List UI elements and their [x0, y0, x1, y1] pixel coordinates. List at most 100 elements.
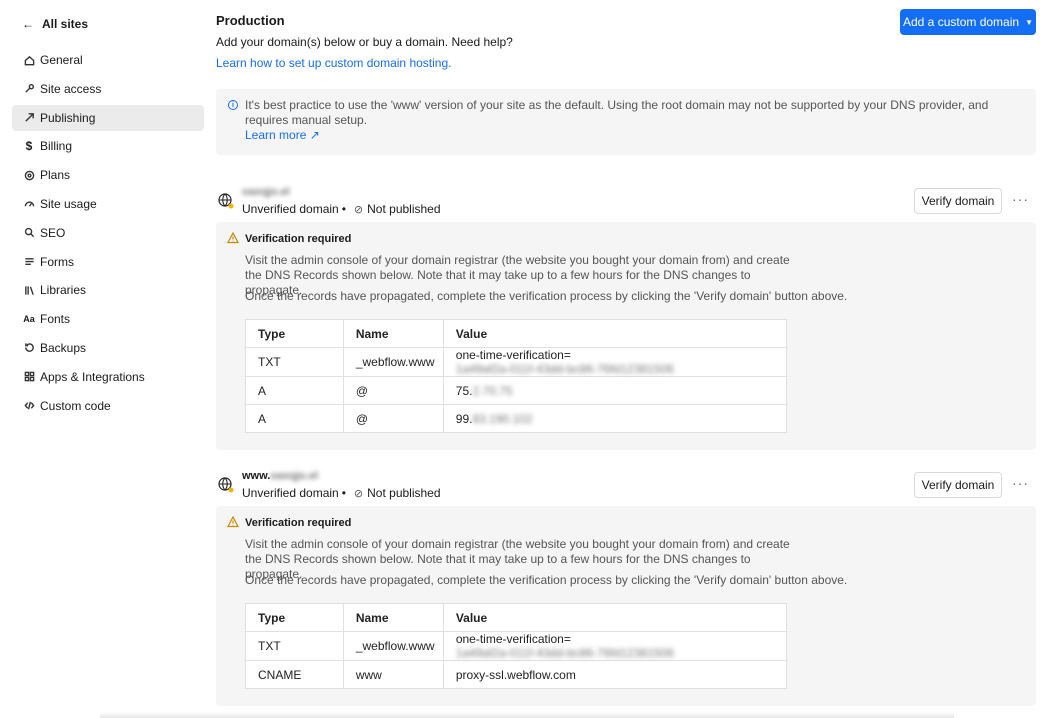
- info-text: It's best practice to use the 'www' vers…: [245, 98, 1025, 143]
- dns-records-table: Type Name Value TXT _webflow.www one-tim…: [245, 319, 788, 433]
- record-value[interactable]: 99.83.190.102: [442, 404, 788, 433]
- verification-panel: Verification required Visit the admin co…: [216, 506, 1036, 706]
- record-name: _webflow.www: [342, 347, 444, 377]
- sidebar-item-site-usage[interactable]: Site usage: [12, 191, 204, 217]
- sidebar-item-seo[interactable]: SEO: [12, 220, 204, 246]
- record-value-text: one-time-verification=: [455, 348, 571, 362]
- sidebar-item-label: General: [40, 53, 83, 67]
- sidebar-item-label: Forms: [40, 254, 74, 269]
- sidebar-item-billing[interactable]: $ Billing: [12, 133, 204, 159]
- back-label: All sites: [42, 17, 89, 31]
- record-value-text: 99.: [455, 411, 473, 426]
- sidebar-item-label: Backups: [40, 340, 87, 355]
- record-value[interactable]: one-time-verification=1a49af2a-011f-43dd…: [442, 347, 788, 377]
- verification-note: Once the records have propagated, comple…: [245, 289, 848, 303]
- sidebar-item-label: Custom code: [40, 398, 111, 413]
- record-value-blurred: 83.190.102: [472, 411, 533, 426]
- record-name: _webflow.www: [342, 631, 444, 661]
- record-value[interactable]: proxy-ssl.webflow.com: [442, 660, 788, 689]
- learn-more-link[interactable]: Learn more ↗: [245, 128, 320, 142]
- back-to-all-sites[interactable]: ← All sites: [12, 12, 204, 36]
- forms-icon: [23, 256, 35, 268]
- dns-records-table: Type Name Value TXT _webflow.www one-tim…: [245, 603, 788, 689]
- record-type: A: [245, 404, 344, 433]
- add-button-label: Add a custom domain: [903, 15, 1020, 29]
- help-link[interactable]: Learn how to set up custom domain hostin…: [216, 56, 451, 70]
- sidebar-item-label: Site usage: [40, 196, 97, 211]
- verify-domain-button[interactable]: Verify domain: [914, 472, 1002, 498]
- table-row: A @ 99.83.190.102: [245, 404, 788, 433]
- record-value[interactable]: one-time-verification=1a49af2a-011f-43dd…: [442, 631, 788, 661]
- globe-warning-icon: [218, 477, 234, 493]
- chevron-down-icon: ▼: [1025, 17, 1033, 27]
- sidebar-item-plans[interactable]: Plans: [12, 162, 204, 188]
- sidebar-item-label: Site access: [40, 81, 102, 96]
- key-icon: [23, 83, 35, 95]
- sidebar-item-fonts[interactable]: Aa Fonts: [12, 306, 204, 332]
- plans-icon: [23, 169, 35, 181]
- domain-status: Unverified domain • ⊘ Not published: [242, 202, 441, 216]
- publish-icon: [23, 112, 35, 124]
- not-published-icon: ⊘: [353, 487, 364, 500]
- sidebar-item-general[interactable]: General: [12, 47, 204, 73]
- record-value-blurred: 2.70.75: [472, 383, 513, 398]
- domain-name: www.oaxqjo.el: [242, 470, 318, 482]
- separator-dot: •: [341, 202, 346, 216]
- record-name: @: [342, 404, 444, 433]
- more-options-icon[interactable]: ···: [1012, 191, 1029, 207]
- record-value-blurred: 1a49af2a-011f-43dd-bc86-76fd12381506: [455, 362, 674, 376]
- domain-block: www.oaxqjo.el Unverified domain • ⊘ Not …: [216, 470, 1036, 706]
- warning-icon: [227, 232, 239, 244]
- verification-note: Once the records have propagated, comple…: [245, 573, 848, 587]
- verification-panel: Verification required Visit the admin co…: [216, 222, 1036, 450]
- bottom-scroll-shadow: [100, 712, 954, 718]
- search-icon: [23, 227, 35, 239]
- column-header: Name: [342, 319, 444, 348]
- table-row: A @ 75.2.70.75: [245, 376, 788, 405]
- sidebar-nav: General Site access Publishing $ Billing…: [12, 47, 204, 419]
- globe-warning-icon: [218, 193, 234, 209]
- table-header-row: Type Name Value: [245, 319, 788, 348]
- backups-icon: [23, 342, 35, 354]
- add-custom-domain-button[interactable]: Add a custom domain ▼: [900, 9, 1036, 35]
- verification-status: Unverified domain: [242, 202, 339, 216]
- home-icon: [23, 54, 35, 66]
- sidebar-item-libraries[interactable]: Libraries: [12, 277, 204, 303]
- column-header: Type: [245, 319, 344, 348]
- apps-icon: [23, 371, 35, 383]
- sidebar-item-publishing[interactable]: Publishing: [12, 104, 204, 131]
- publish-status: Not published: [367, 202, 441, 216]
- domain-header: oaxqjo.el Unverified domain • ⊘ Not publ…: [216, 186, 1036, 218]
- record-value-blurred: 1a49af2a-011f-43dd-bc86-76fd12381506: [455, 646, 674, 660]
- arrow-left-icon: ←: [22, 17, 34, 31]
- column-header: Type: [245, 603, 344, 632]
- sidebar-item-label: Libraries: [40, 283, 87, 298]
- domain-name-blurred: oaxqjo.el: [242, 186, 290, 198]
- sidebar-item-apps-integrations[interactable]: Apps & Integrations: [12, 364, 204, 390]
- gauge-icon: [23, 198, 35, 210]
- page-title: Production: [216, 13, 285, 28]
- record-value-text: proxy-ssl.webflow.com: [455, 667, 576, 682]
- sidebar-item-label: Apps & Integrations: [40, 369, 145, 384]
- sidebar-item-site-access[interactable]: Site access: [12, 76, 204, 102]
- table-row: TXT _webflow.www one-time-verification=1…: [245, 347, 788, 377]
- more-options-icon[interactable]: ···: [1012, 475, 1029, 491]
- sidebar-item-custom-code[interactable]: Custom code: [12, 393, 204, 419]
- info-banner: i It's best practice to use the 'www' ve…: [216, 89, 1036, 155]
- table-header-row: Type Name Value: [245, 603, 788, 632]
- record-type: TXT: [245, 347, 344, 377]
- verification-title: Verification required: [245, 233, 352, 245]
- sidebar-item-label: Fonts: [40, 312, 71, 327]
- column-header: Value: [442, 319, 788, 348]
- sidebar-item-label: Plans: [40, 168, 71, 183]
- sidebar-item-backups[interactable]: Backups: [12, 335, 204, 361]
- domain-name-blurred: oaxqjo.el: [270, 470, 319, 482]
- sidebar-item-label: Billing: [40, 139, 73, 154]
- record-type: A: [245, 376, 344, 405]
- domain-name: oaxqjo.el: [242, 186, 290, 198]
- not-published-icon: ⊘: [353, 203, 364, 216]
- record-value[interactable]: 75.2.70.75: [442, 376, 788, 405]
- verify-domain-button[interactable]: Verify domain: [914, 188, 1002, 214]
- libraries-icon: [23, 284, 35, 296]
- sidebar-item-forms[interactable]: Forms: [12, 249, 204, 275]
